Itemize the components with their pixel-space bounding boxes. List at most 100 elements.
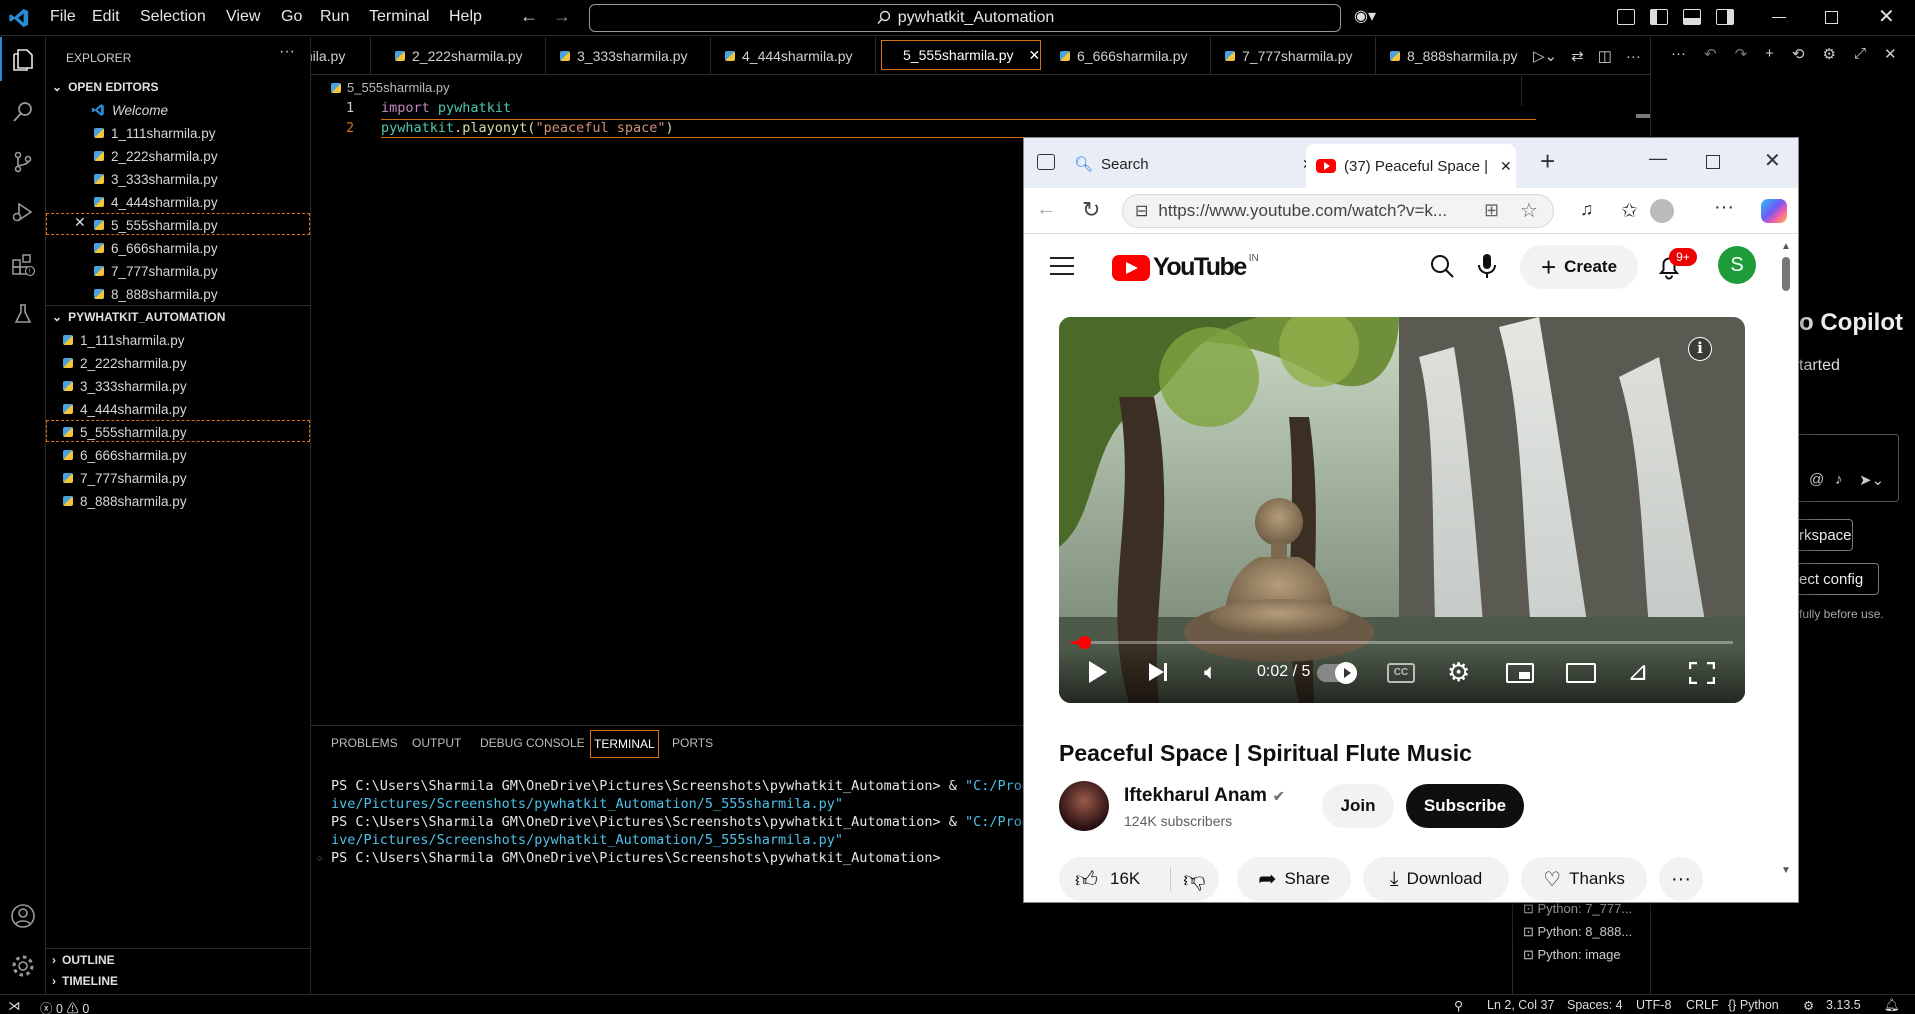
settings-more-icon[interactable]: ··· [1714,196,1734,219]
search-icon[interactable] [1429,253,1455,279]
thanks-button[interactable]: ♡ Thanks [1521,857,1647,901]
toggle-sidebar-icon[interactable] [1650,9,1668,25]
encoding[interactable]: UTF-8 [1636,998,1671,1012]
testing-flask-icon[interactable] [8,299,38,329]
tab-7[interactable]: 7_777sharmila.py [1211,37,1376,74]
scroll-down-icon[interactable]: ▼ [1781,865,1791,876]
line-endings[interactable]: CRLF [1686,998,1719,1012]
folder-header[interactable]: ⌄ PYWHATKIT_AUTOMATION [46,305,310,327]
split-editor-icon[interactable]: ◫ [1598,47,1612,65]
config-button[interactable]: ect config [1799,563,1879,595]
menu-view[interactable]: View [226,8,260,26]
manage-gear-icon[interactable] [8,951,38,981]
close-icon[interactable]: ✕ [1884,45,1897,63]
channel-name[interactable]: Iftekharul Anam ✔ [1124,785,1285,807]
command-center[interactable]: pywhatkit_Automation [589,4,1341,32]
zoom-icon[interactable]: ⚲ [1454,998,1463,1013]
outline-header[interactable]: › OUTLINE [46,948,310,970]
terminal-line[interactable]: PS C:\Users\Sharmila GM\OneDrive\Picture… [331,850,941,866]
forward-arrow-icon[interactable]: → [553,6,571,27]
favorite-star-icon[interactable]: ☆ [1520,198,1538,223]
file-item[interactable]: 1_111sharmila.py [63,329,185,351]
panel-tab-debug-console[interactable]: DEBUG CONSOLE [480,736,585,750]
file-item[interactable]: 7_777sharmila.py [63,467,187,489]
terminal-item[interactable]: ⊡ Python: 8_888... [1523,924,1632,940]
minimize-icon[interactable] [1772,17,1786,18]
restore-icon[interactable] [1825,11,1838,24]
panel-tab-problems[interactable]: PROBLEMS [331,736,398,750]
tab-1[interactable]: mila.py [311,37,371,74]
menu-file[interactable]: File [50,8,76,26]
file-item[interactable]: 4_444sharmila.py [63,398,187,420]
tab-4[interactable]: 4_444sharmila.py [711,37,876,74]
tab-3[interactable]: 3_333sharmila.py [546,37,711,74]
menu-selection[interactable]: Selection [140,8,206,26]
close-tab-icon[interactable]: ✕ [1500,158,1512,175]
tab-actions-icon[interactable] [1037,154,1055,170]
share-button[interactable]: ➦ Share [1237,857,1351,901]
terminal-item[interactable]: ⊡ Python: 7_777... [1523,901,1632,917]
video-player[interactable]: i 🔈︎ 0:02 / 5 CC ⚙ ⊿ [1059,317,1745,703]
panel-tab-terminal[interactable]: TERMINAL [590,730,659,758]
mention-icon[interactable]: @ [1809,471,1824,488]
browser-tab-youtube[interactable]: (37) Peaceful Space | Sp ✕ [1306,144,1516,188]
browser-tab-search[interactable]: 🔍︎ Search ✕ [1074,146,1314,182]
tab-2[interactable]: 2_222sharmila.py [381,37,546,74]
create-button[interactable]: + Create [1520,245,1638,289]
profile-icon[interactable] [1650,199,1674,223]
back-arrow-icon[interactable]: ← [1036,198,1056,221]
tab-5-active[interactable]: 5_555sharmila.py ✕ [881,40,1041,70]
open-editor-item[interactable]: 6_666sharmila.py [94,237,218,259]
minimap[interactable] [1521,76,1561,106]
more-actions-icon[interactable]: ··· [1671,45,1686,63]
file-item[interactable]: 8_888sharmila.py [63,490,187,512]
tab-6[interactable]: 6_666sharmila.py [1046,37,1211,74]
open-editors-header[interactable]: ⌄ OPEN EDITORS [46,76,310,98]
file-item[interactable]: 6_666sharmila.py [63,444,187,466]
file-item[interactable]: 2_222sharmila.py [63,352,187,374]
panel-tab-output[interactable]: OUTPUT [412,736,461,750]
join-button[interactable]: Join [1322,784,1394,828]
like-icon[interactable]: 👍︎ [1075,866,1098,893]
minimize-icon[interactable]: — [1649,148,1667,169]
settings-gear-icon[interactable]: ⚙ [1447,657,1470,688]
undo-icon[interactable]: ↶ [1704,45,1717,63]
close-window-icon[interactable]: ✕ [1764,148,1781,173]
open-editor-welcome[interactable]: Welcome [91,99,168,121]
microphone-icon[interactable] [1476,252,1498,280]
scroll-up-icon[interactable]: ▲ [1781,241,1791,252]
site-info-icon[interactable]: ⊟ [1135,201,1148,221]
extensions-icon[interactable]: ! [8,249,38,279]
menu-help[interactable]: Help [449,8,482,26]
mic-icon[interactable]: ♪ [1835,471,1843,488]
volume-icon[interactable]: 🔈︎ [1204,659,1217,685]
python-env-icon[interactable]: ⚙ [1803,998,1814,1013]
run-file-icon[interactable]: ▷⌄ [1533,47,1557,65]
fullscreen-icon[interactable] [1689,662,1715,684]
copilot-logo-icon[interactable] [1761,199,1787,223]
info-icon[interactable]: i [1688,337,1712,361]
more-actions-icon[interactable]: ··· [1626,48,1641,65]
menu-terminal[interactable]: Terminal [369,8,429,26]
download-button[interactable]: ⤓ Download [1363,857,1509,901]
open-editor-item[interactable]: 5_555sharmila.py [94,214,218,236]
chat-input[interactable]: @ ♪ ➤⌄ [1799,434,1899,502]
toggle-secondary-sidebar-icon[interactable] [1716,9,1734,25]
bell-icon[interactable]: 🔔︎ [1884,998,1900,1013]
cast-icon[interactable]: ⊿ [1627,656,1649,687]
miniplayer-icon[interactable] [1506,663,1534,683]
media-control-icon[interactable]: ♫ [1580,199,1594,220]
youtube-logo[interactable]: YouTube IN [1112,253,1259,282]
open-editor-item[interactable]: 4_444sharmila.py [94,191,218,213]
captions-icon[interactable]: CC [1387,663,1415,683]
search-icon[interactable] [8,97,38,127]
tab-8[interactable]: 8_888sharmila.py [1376,37,1528,74]
maximize-icon[interactable] [1706,155,1720,169]
more-actions-icon[interactable]: ··· [279,43,295,61]
history-icon[interactable]: ⟲ [1792,45,1805,63]
timeline-header[interactable]: › TIMELINE [46,970,310,992]
gear-icon[interactable]: ⚙ [1823,45,1836,63]
close-editor-icon[interactable]: ✕ [74,214,86,231]
subscribe-button[interactable]: Subscribe [1406,784,1524,828]
cursor-position[interactable]: Ln 2, Col 37 [1487,998,1554,1012]
